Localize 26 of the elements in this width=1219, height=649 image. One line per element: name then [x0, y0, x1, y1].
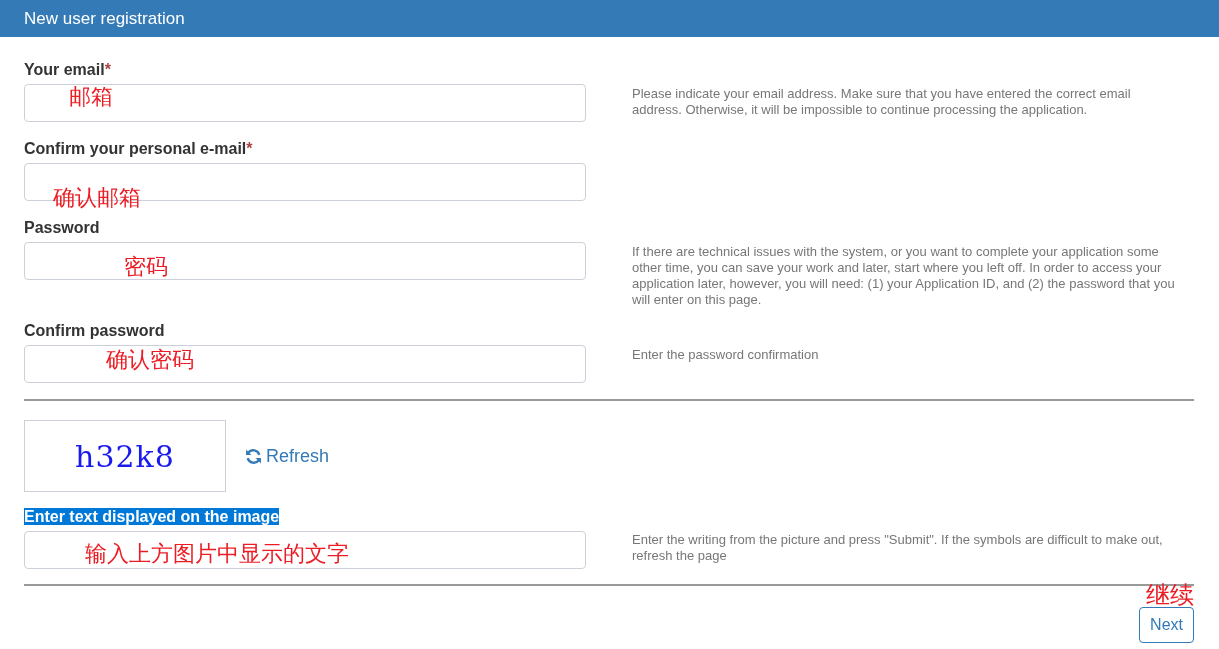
annotation-text: 邮箱	[69, 84, 113, 110]
refresh-link[interactable]: Refresh	[245, 445, 330, 467]
annotation-text: 确认密码	[106, 347, 194, 373]
next-button[interactable]: Next	[1139, 607, 1194, 643]
captcha-image: h32k8	[24, 420, 226, 492]
annotation-text: 密码	[124, 254, 168, 280]
help-text: Please indicate your email address. Make sure that you have entered the correct email address. Otherwise, it will be impossible to continue processing the application.	[632, 85, 1132, 118]
help-text: Enter the writing from the picture and press "Submit". If the symbols are difficult to make out, refresh the page	[632, 531, 1164, 564]
field-label: Confirm password	[24, 321, 165, 341]
required-mark: *	[246, 140, 253, 157]
help-text: Enter the password confirmation	[632, 346, 820, 363]
annotation-text: 确认邮箱	[53, 185, 141, 211]
field-label: Confirm your personal e-mail*	[24, 139, 253, 159]
annotation-text: 输入上方图片中显示的文字	[85, 541, 349, 567]
field-label: Enter text displayed on the image	[24, 508, 280, 525]
text-field[interactable]	[24, 84, 586, 122]
text-field[interactable]	[24, 345, 586, 383]
page-title: New user registration	[24, 8, 185, 29]
refresh-icon	[245, 447, 262, 465]
help-text: If there are technical issues with the system, or you want to complete your application some other time, you can save your work and later, start where you left off. In order to access your application later, however, you will need: (1) your Application ID, and (2) the password that you will enter on this page.	[632, 243, 1176, 308]
field-label: Password	[24, 218, 100, 238]
required-mark: *	[104, 61, 111, 78]
field-label: Your email*	[24, 60, 111, 80]
annotation-text: 继续	[1146, 582, 1194, 608]
text-field[interactable]	[24, 531, 586, 569]
text-field[interactable]	[24, 242, 586, 280]
